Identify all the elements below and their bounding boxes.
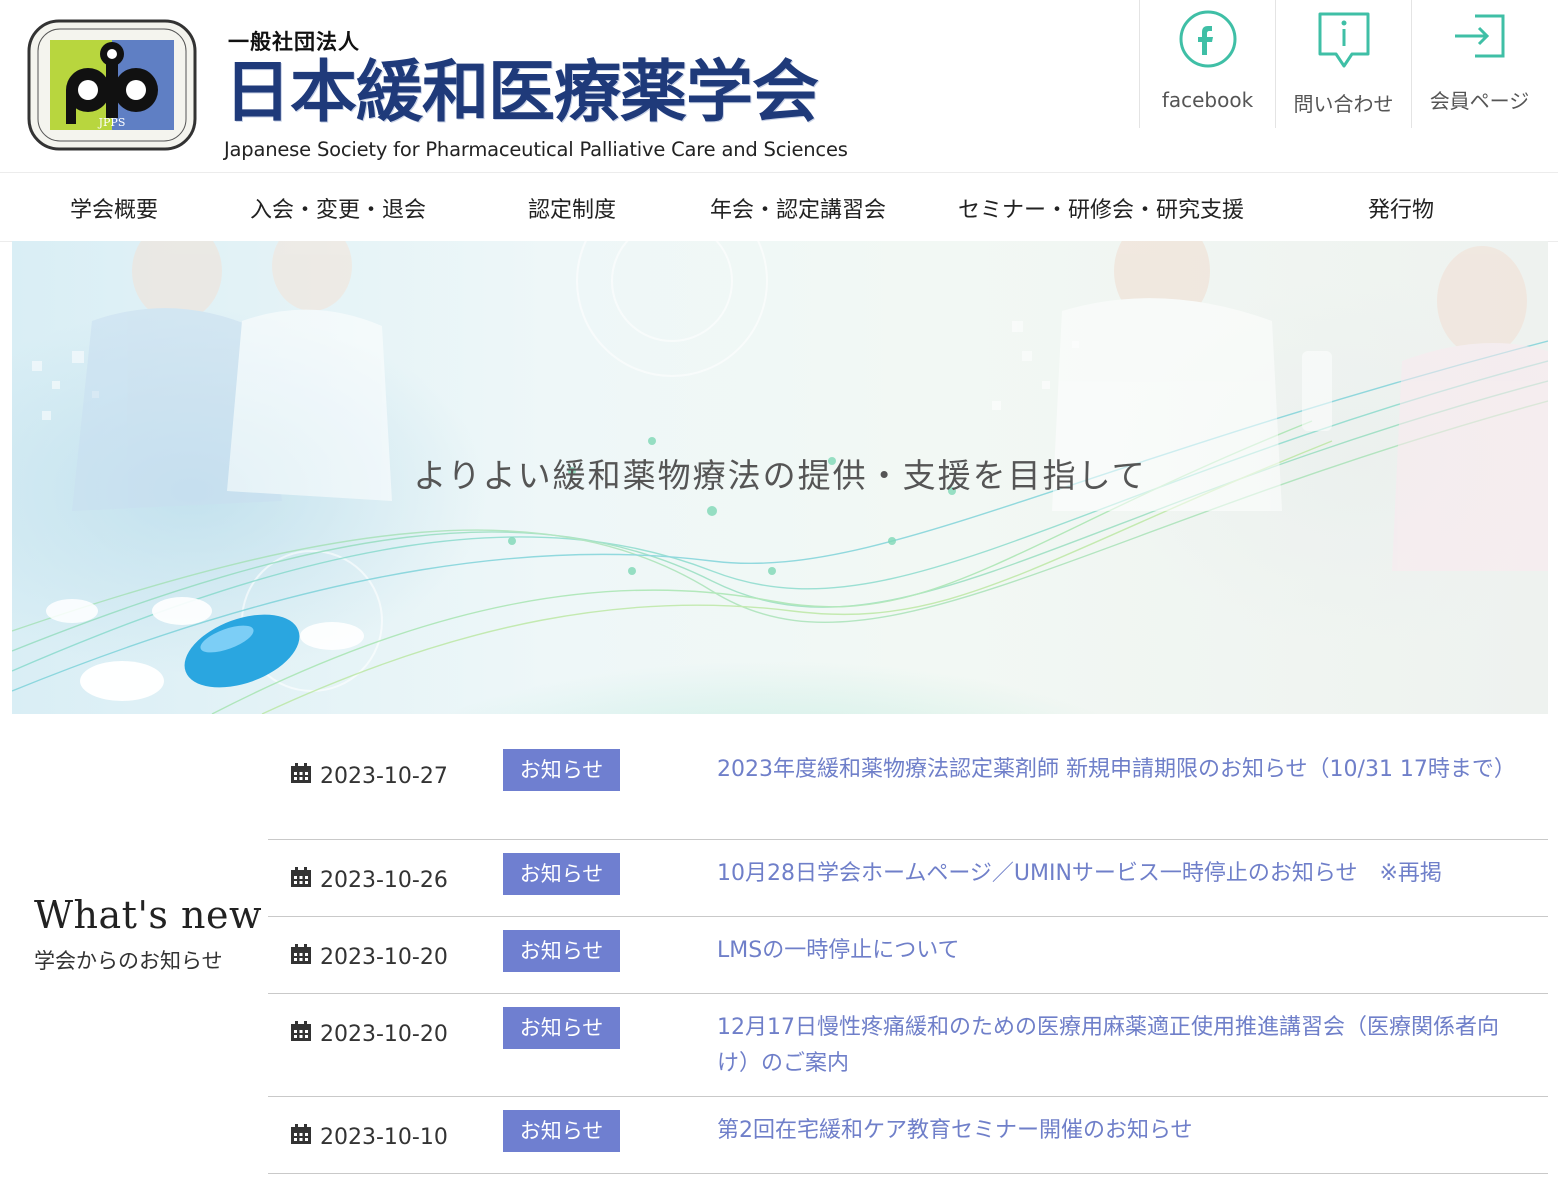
news-title-link[interactable]: 2023年度緩和薬物療法認定薬剤師 新規申請期限のお知らせ（10/31 17時ま… xyxy=(717,752,1527,788)
news-date-text: 2023-10-27 xyxy=(320,763,448,789)
org-name-english: Japanese Society for Pharmaceutical Pall… xyxy=(224,138,848,161)
news-category-badge: お知らせ xyxy=(503,1007,620,1049)
news-date: 2023-10-26 xyxy=(290,866,448,894)
calendar-icon xyxy=(290,1123,312,1151)
news-date-text: 2023-10-20 xyxy=(320,1021,448,1047)
news-title-link[interactable]: LMSの一時停止について xyxy=(717,933,1527,969)
site-header: JPPS 一般社団法人 日本緩和医療薬学会 Japanese Society f… xyxy=(0,0,1558,172)
news-item[interactable]: 2023-10-10 お知らせ 第2回在宅緩和ケア教育セミナー開催のお知らせ xyxy=(268,1097,1548,1174)
member-page-link[interactable]: 会員ページ xyxy=(1411,0,1547,128)
news-date-text: 2023-10-26 xyxy=(320,867,448,893)
news-date: 2023-10-10 xyxy=(290,1123,448,1151)
calendar-icon xyxy=(290,866,312,894)
nav-item-seminars[interactable]: セミナー・研修会・研究支援 xyxy=(958,192,1244,224)
login-icon xyxy=(1449,8,1511,74)
news-list: 2023-10-27 お知らせ 2023年度緩和薬物療法認定薬剤師 新規申請期限… xyxy=(268,732,1548,1174)
news-date-text: 2023-10-20 xyxy=(320,944,448,970)
news-title-link[interactable]: 第2回在宅緩和ケア教育セミナー開催のお知らせ xyxy=(717,1113,1527,1149)
nav-item-about[interactable]: 学会概要 xyxy=(70,192,158,224)
contact-link[interactable]: 問い合わせ xyxy=(1275,0,1411,128)
news-category-badge: お知らせ xyxy=(503,853,620,895)
facebook-link[interactable]: facebook xyxy=(1139,0,1275,128)
member-page-label: 会員ページ xyxy=(1429,89,1530,113)
svg-text:JPPS: JPPS xyxy=(98,116,126,129)
society-emblem-logo[interactable]: JPPS xyxy=(26,18,198,152)
news-title-link[interactable]: 10月28日学会ホームページ／UMINサービス一時停止のお知らせ ※再掲 xyxy=(717,856,1527,892)
calendar-icon xyxy=(290,943,312,971)
facebook-icon xyxy=(1177,8,1239,74)
news-heading: What's new 学会からのお知らせ xyxy=(34,893,262,975)
org-name-japanese[interactable]: 日本緩和医療薬学会 xyxy=(224,54,819,130)
utility-nav: facebook 問い合わせ 会員ページ xyxy=(1139,0,1547,128)
news-item[interactable]: 2023-10-20 お知らせ LMSの一時停止について xyxy=(268,917,1548,994)
news-item[interactable]: 2023-10-27 お知らせ 2023年度緩和薬物療法認定薬剤師 新規申請期限… xyxy=(268,732,1548,840)
nav-item-publications[interactable]: 発行物 xyxy=(1368,192,1434,224)
news-date-text: 2023-10-10 xyxy=(320,1124,448,1150)
news-item[interactable]: 2023-10-20 お知らせ 12月17日慢性疼痛緩和のための医療用麻薬適正使… xyxy=(268,994,1548,1097)
main-navigation: 学会概要 入会・変更・退会 認定制度 年会・認定講習会 セミナー・研修会・研究支… xyxy=(0,172,1558,242)
nav-item-membership[interactable]: 入会・変更・退会 xyxy=(250,192,426,224)
facebook-label: facebook xyxy=(1161,88,1254,112)
nav-item-annual-meeting[interactable]: 年会・認定講習会 xyxy=(710,192,886,224)
info-bubble-icon xyxy=(1313,8,1375,74)
news-date: 2023-10-20 xyxy=(290,1020,448,1048)
news-date: 2023-10-20 xyxy=(290,943,448,971)
nav-item-certification[interactable]: 認定制度 xyxy=(528,192,616,224)
hero-tagline: よりよい緩和薬物療法の提供・支援を目指して xyxy=(413,456,1147,495)
news-category-badge: お知らせ xyxy=(503,749,620,791)
news-category-badge: お知らせ xyxy=(503,1110,620,1152)
news-subtitle: 学会からのお知らせ xyxy=(34,949,223,973)
news-category-badge: お知らせ xyxy=(503,930,620,972)
news-date: 2023-10-27 xyxy=(290,762,448,790)
calendar-icon xyxy=(290,1020,312,1048)
contact-label: 問い合わせ xyxy=(1293,92,1394,116)
news-title-link[interactable]: 12月17日慢性疼痛緩和のための医療用麻薬適正使用推進講習会（医療関係者向け）の… xyxy=(717,1010,1527,1082)
news-title: What's new xyxy=(34,893,262,937)
news-item[interactable]: 2023-10-26 お知らせ 10月28日学会ホームページ／UMINサービス一… xyxy=(268,840,1548,917)
hero-banner: よりよい緩和薬物療法の提供・支援を目指して xyxy=(12,241,1548,714)
calendar-icon xyxy=(290,762,312,790)
